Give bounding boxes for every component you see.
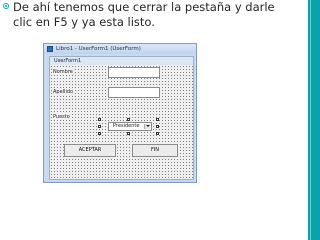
- resize-handle[interactable]: [156, 132, 159, 135]
- nombre-textbox[interactable]: [108, 67, 160, 78]
- window-title: Libro1 - UserForm1 (UserForm): [56, 46, 141, 52]
- puesto-combobox[interactable]: Presidente: [108, 122, 152, 131]
- userform-designer[interactable]: UserForm1 Nombre Apellido Puesto Preside…: [49, 56, 194, 180]
- resize-handle[interactable]: [98, 125, 101, 128]
- userform-caption-bar: UserForm1: [50, 57, 193, 65]
- dropdown-arrow-icon[interactable]: [144, 124, 150, 129]
- app-icon: [47, 46, 53, 52]
- fin-button[interactable]: FIN: [132, 144, 178, 157]
- window-titlebar[interactable]: Libro1 - UserForm1 (UserForm): [44, 44, 196, 54]
- slide-text: De ahí tenemos que cerrar la pestaña y d…: [13, 0, 275, 29]
- userform-grid[interactable]: Nombre Apellido Puesto Presidente ACEPTA…: [50, 65, 193, 179]
- accent-bar: [308, 0, 320, 240]
- label-apellido: Apellido: [53, 89, 74, 95]
- userform-caption: UserForm1: [54, 58, 82, 64]
- apellido-textbox[interactable]: [108, 87, 160, 98]
- label-nombre: Nombre: [53, 69, 73, 75]
- bullet-icon: [3, 3, 9, 9]
- aceptar-button[interactable]: ACEPTAR: [64, 144, 116, 157]
- resize-handle[interactable]: [98, 118, 101, 121]
- resize-handle[interactable]: [156, 118, 159, 121]
- resize-handle[interactable]: [127, 118, 130, 121]
- resize-handle[interactable]: [127, 132, 130, 135]
- resize-handle[interactable]: [98, 132, 101, 135]
- combobox-value: Presidente: [113, 123, 140, 129]
- resize-handle[interactable]: [156, 125, 159, 128]
- label-puesto: Puesto: [53, 114, 70, 120]
- vba-window: Libro1 - UserForm1 (UserForm) UserForm1 …: [43, 43, 197, 183]
